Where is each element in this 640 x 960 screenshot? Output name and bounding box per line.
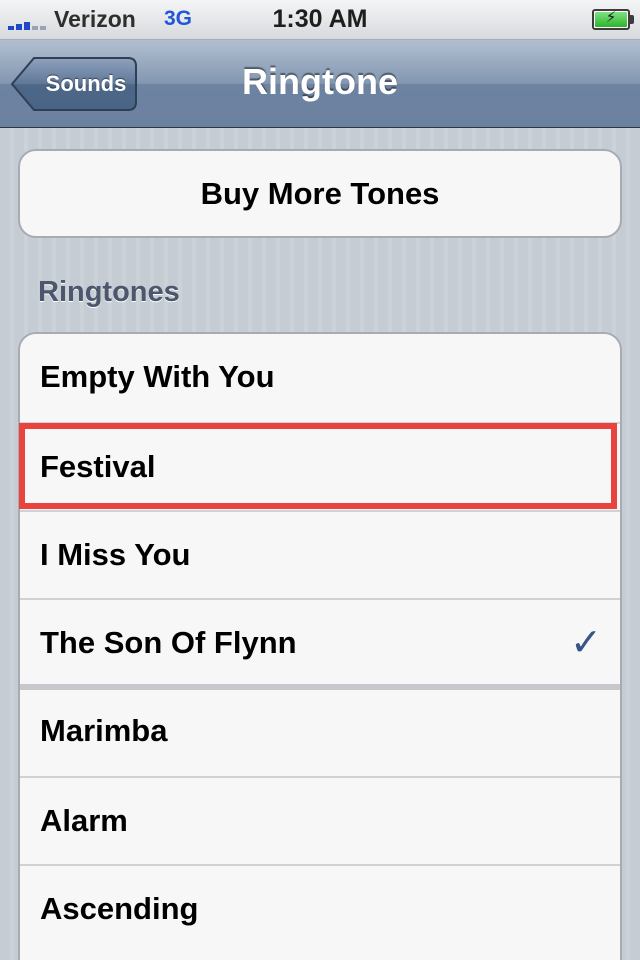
ringtone-row[interactable]: Empty With You <box>20 334 620 422</box>
ringtone-label: Empty With You <box>40 359 275 394</box>
battery-tip <box>630 15 634 24</box>
ringtone-row[interactable]: Ascending <box>20 864 620 952</box>
highlight-box <box>19 423 617 509</box>
back-button[interactable]: Sounds <box>10 56 138 112</box>
buy-more-tones-button[interactable]: Buy More Tones <box>18 149 622 238</box>
ringtone-label: The Son Of Flynn <box>40 625 297 660</box>
ringtone-row[interactable]: Marimba <box>20 688 620 776</box>
ringtone-label: Marimba <box>40 713 168 748</box>
ringtone-row[interactable]: I Miss You <box>20 510 620 598</box>
ringtone-label: Alarm <box>40 803 128 838</box>
section-header-ringtones: Ringtones <box>38 276 180 308</box>
status-bar: Verizon 3G 1:30 AM ⚡ <box>0 0 640 40</box>
ringtone-label: I Miss You <box>40 537 191 572</box>
back-button-label: Sounds <box>45 71 127 96</box>
battery-charging-icon: ⚡ <box>592 9 630 30</box>
checkmark-icon: ✓ <box>570 622 602 664</box>
ringtone-row[interactable]: Alarm <box>20 776 620 864</box>
ringtone-label: Ascending <box>40 891 199 926</box>
navigation-bar: Ringtone Sounds <box>0 40 640 128</box>
ringtone-row-selected[interactable]: The Son Of Flynn ✓ <box>20 598 620 686</box>
status-time: 1:30 AM <box>272 5 368 33</box>
